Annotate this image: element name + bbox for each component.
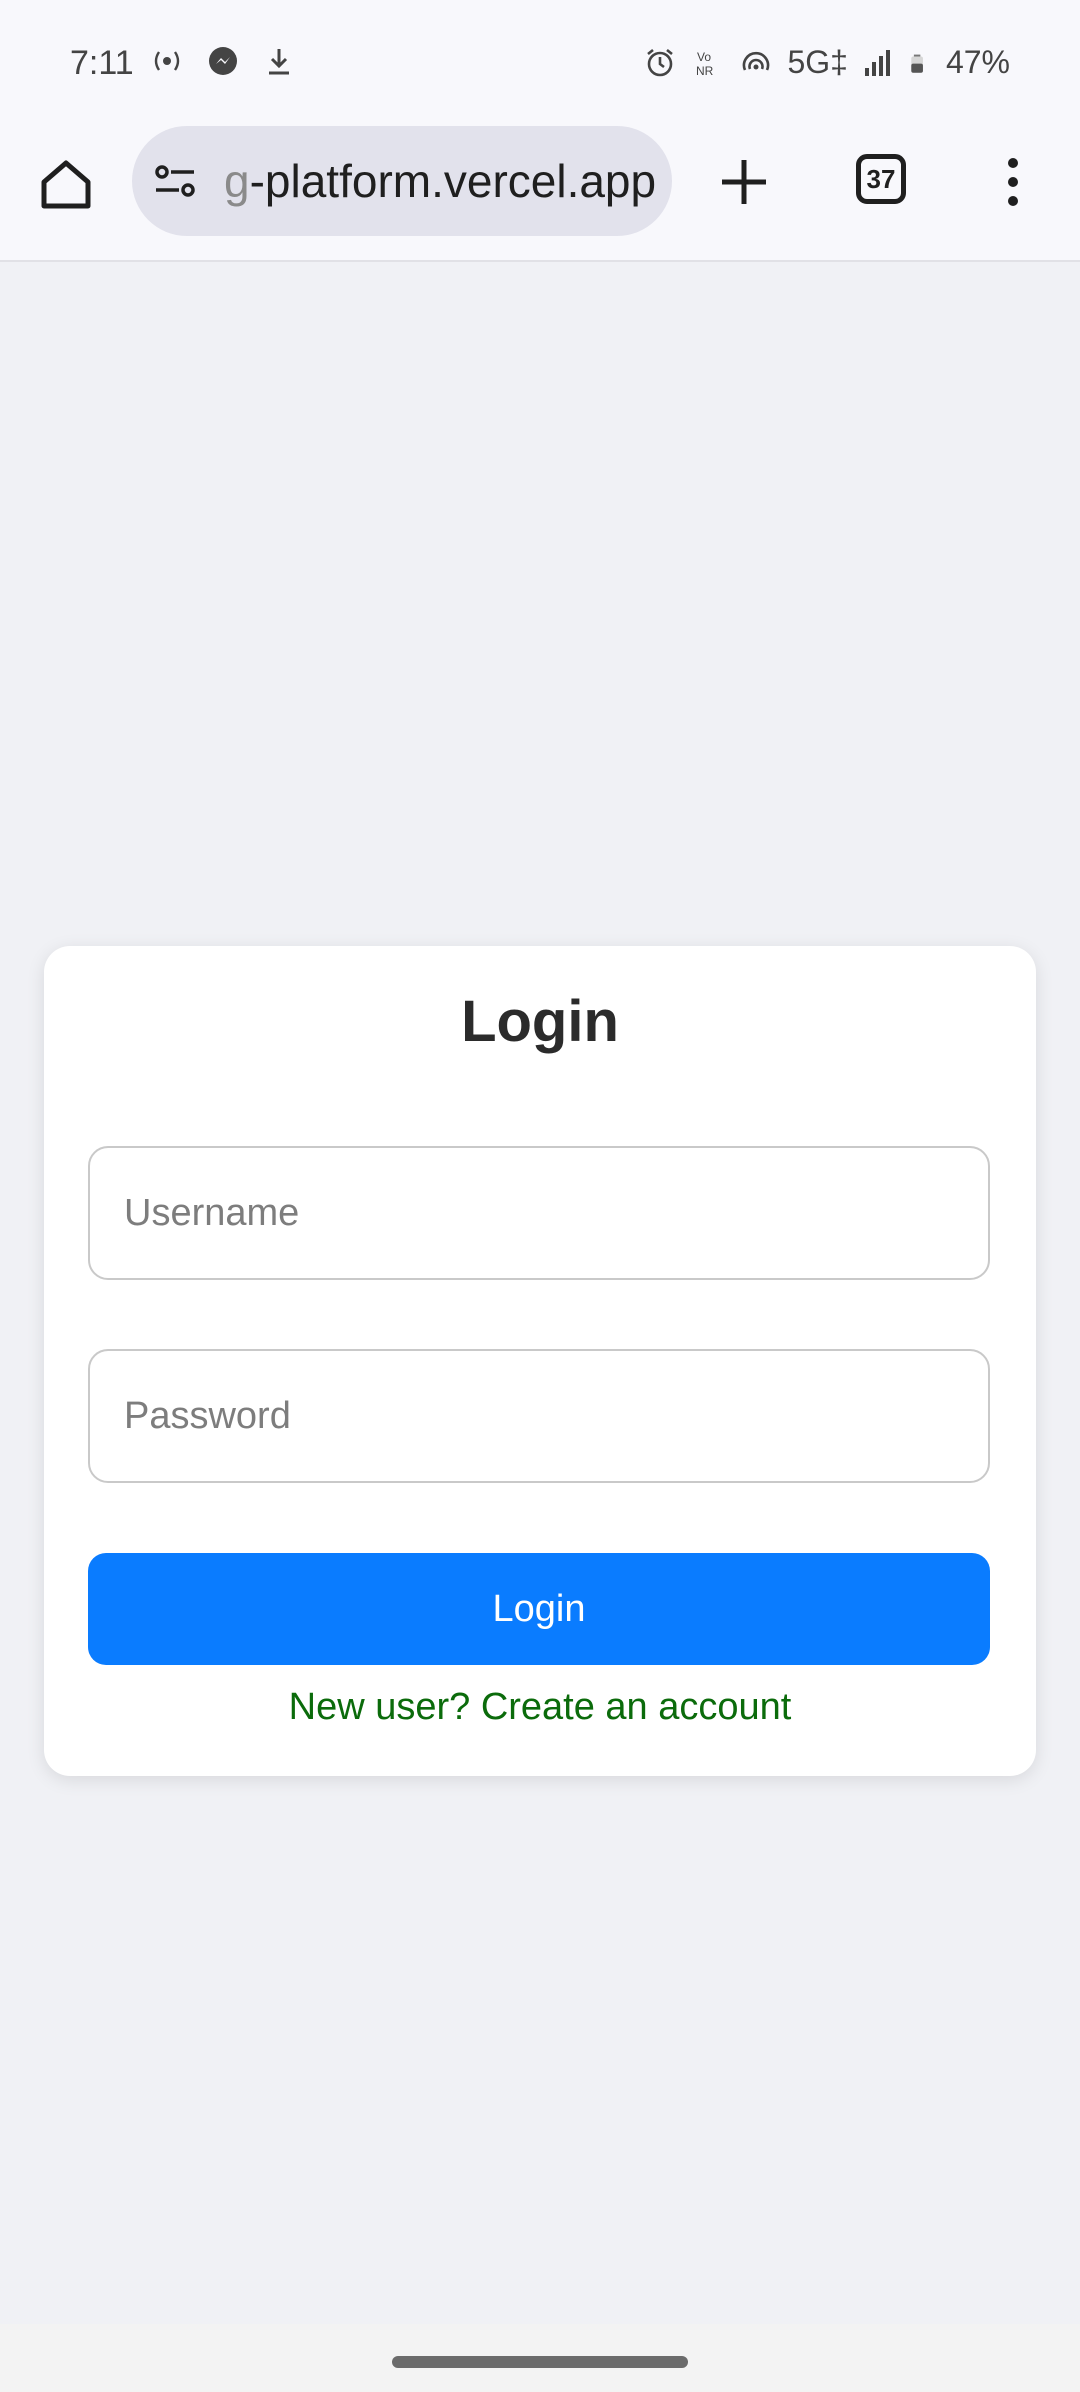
network-type: 5G‡	[787, 44, 848, 80]
download-icon	[269, 49, 289, 75]
address-bar[interactable]: g-platform.vercel.app	[132, 126, 672, 236]
username-input[interactable]	[90, 1148, 988, 1278]
battery-level: 47%	[945, 44, 1010, 80]
tabs-icon[interactable]: 37	[856, 154, 906, 204]
login-button[interactable]: Login	[88, 1553, 990, 1665]
more-vert-icon[interactable]	[998, 154, 1028, 210]
username-field[interactable]	[88, 1146, 990, 1280]
hotspot-icon	[154, 51, 180, 71]
wireless-icon	[743, 51, 770, 71]
home-icon[interactable]	[38, 156, 94, 212]
vonr-icon: Vo NR	[696, 50, 714, 78]
status-time: 7:11	[70, 44, 134, 82]
status-bar: 7:11 Vo NR 5G‡ 47%	[0, 0, 1080, 126]
tune-icon[interactable]	[154, 163, 196, 199]
url-faded: g	[224, 155, 250, 207]
battery-icon	[911, 54, 923, 73]
browser-toolbar: g-platform.vercel.app 37	[0, 126, 1080, 262]
signal-icon	[864, 49, 890, 76]
password-field[interactable]	[88, 1349, 990, 1483]
svg-text:NR: NR	[696, 64, 714, 78]
alarm-icon	[647, 48, 674, 76]
status-left-icons	[150, 44, 296, 78]
plus-icon[interactable]	[716, 154, 772, 210]
page-title: Login	[461, 989, 619, 1054]
password-input[interactable]	[90, 1351, 988, 1481]
messenger-icon	[209, 47, 237, 75]
navigation-area	[0, 2324, 1080, 2392]
create-account-link[interactable]: New user? Create an account	[44, 1686, 1036, 1729]
login-card: Login Login New user? Create an account	[44, 946, 1036, 1776]
svg-text:Vo: Vo	[697, 50, 711, 64]
gesture-bar[interactable]	[392, 2356, 688, 2368]
status-right: Vo NR 5G‡ 47%	[643, 44, 1010, 81]
url-main: -platform.vercel.app	[249, 155, 657, 207]
url-text[interactable]: g-platform.vercel.app	[224, 154, 656, 208]
